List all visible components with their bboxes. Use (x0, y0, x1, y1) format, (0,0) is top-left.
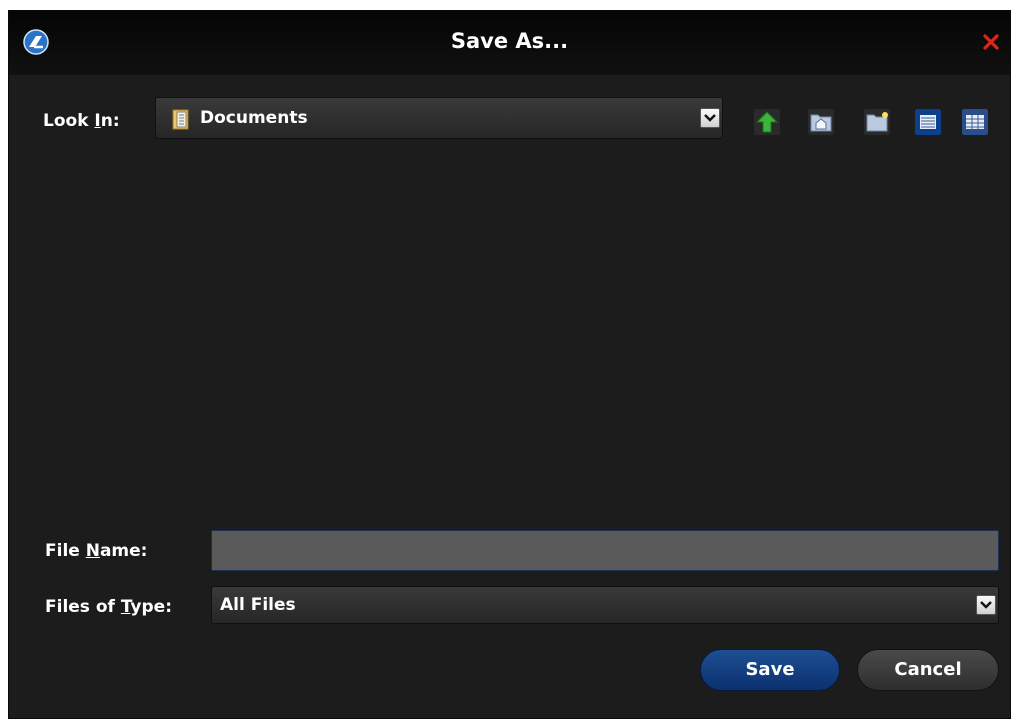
look-in-value: Documents (200, 108, 308, 128)
close-icon[interactable] (980, 31, 1002, 53)
file-name-input[interactable] (211, 530, 999, 571)
look-in-label: Look In: (43, 111, 120, 131)
folder-icon (172, 109, 189, 130)
chevron-down-icon[interactable] (976, 595, 996, 615)
file-name-label: File Name: (45, 541, 148, 561)
file-list[interactable] (21, 161, 999, 526)
dialog-title: Save As... (450, 29, 569, 53)
save-as-dialog: Save As... Look In: Documents File Name:… (8, 10, 1011, 719)
new-folder-icon[interactable] (864, 109, 890, 135)
save-button[interactable]: Save (700, 649, 840, 691)
home-folder-icon[interactable] (808, 109, 834, 135)
file-type-value: All Files (220, 595, 296, 615)
file-type-dropdown[interactable]: All Files (211, 586, 999, 624)
chevron-down-icon[interactable] (700, 108, 720, 128)
cancel-button[interactable]: Cancel (857, 649, 999, 691)
look-in-dropdown[interactable]: Documents (155, 97, 723, 139)
details-view-icon[interactable] (962, 109, 988, 135)
list-view-icon[interactable] (915, 109, 941, 135)
up-folder-icon[interactable] (754, 109, 780, 135)
title-bar[interactable]: Save As... (9, 11, 1010, 75)
file-type-label: Files of Type: (45, 597, 173, 617)
